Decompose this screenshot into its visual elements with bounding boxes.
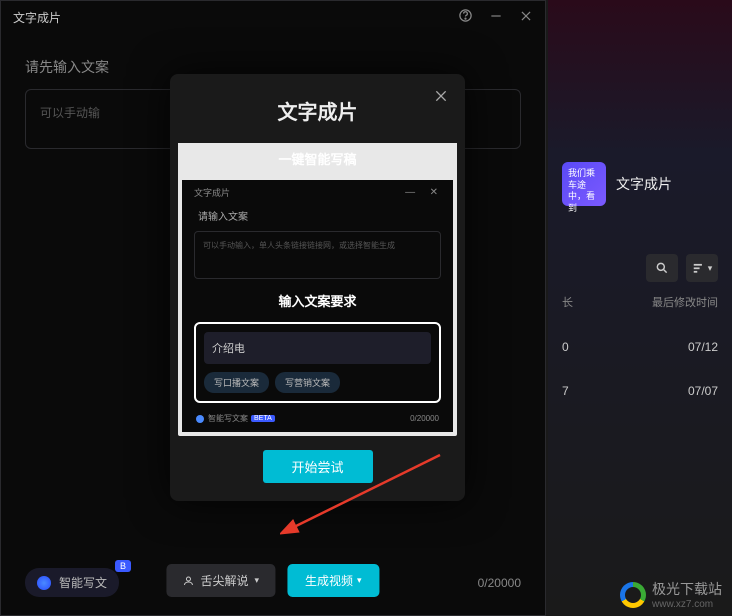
table-row[interactable]: 0 07/12 bbox=[548, 332, 718, 362]
card-thumbnail: 我们乘车途中，看到 bbox=[562, 162, 606, 206]
prompt-heading: 请先输入文案 bbox=[1, 33, 545, 77]
recent-card[interactable]: 我们乘车途中，看到 文字成片 bbox=[562, 162, 672, 206]
search-button[interactable] bbox=[646, 254, 678, 282]
column-duration: 长 bbox=[562, 294, 592, 310]
smart-write-button[interactable]: 智能写文 B bbox=[25, 568, 119, 597]
onboarding-modal: 文字成片 一键智能写稿 文字成片 — ✕ 请输入文案 可以手动输入，单人头条链接… bbox=[170, 74, 465, 501]
start-button[interactable]: 开始尝试 bbox=[263, 450, 373, 483]
char-counter: 0/20000 bbox=[478, 576, 521, 590]
watermark-logo-icon bbox=[620, 582, 646, 608]
preview-image: 一键智能写稿 文字成片 — ✕ 请输入文案 可以手动输入，单人头条链接链接网，或… bbox=[178, 143, 457, 436]
minimize-icon[interactable] bbox=[489, 9, 503, 26]
preview-chip: 写口播文案 bbox=[204, 372, 269, 393]
watermark: 极光下载站 www.xz7.com bbox=[620, 579, 722, 610]
card-title: 文字成片 bbox=[616, 174, 672, 194]
window-title: 文字成片 bbox=[13, 9, 61, 26]
help-icon[interactable] bbox=[458, 8, 473, 26]
main-titlebar: 文字成片 bbox=[1, 1, 545, 33]
preview-section-smart: 一键智能写稿 bbox=[178, 143, 457, 176]
table-row[interactable]: 7 07/07 bbox=[548, 376, 718, 406]
preview-section-input: 输入文案要求 bbox=[186, 283, 449, 318]
watermark-url: www.xz7.com bbox=[652, 599, 722, 610]
column-modified: 最后修改时间 bbox=[652, 294, 718, 310]
generate-video-button[interactable]: 生成视频 ▾ bbox=[287, 564, 380, 597]
preview-window-controls: — ✕ bbox=[405, 187, 441, 198]
sort-button[interactable]: ▾ bbox=[686, 254, 718, 282]
close-icon[interactable] bbox=[519, 9, 533, 26]
preview-highlight-box: 介绍电 写口播文案 写营销文案 bbox=[194, 322, 441, 403]
modal-title: 文字成片 bbox=[170, 74, 465, 143]
preview-input: 介绍电 bbox=[204, 332, 431, 364]
table-header: 长 最后修改时间 bbox=[548, 294, 732, 310]
preview-textarea: 可以手动输入，单人头条链接链接网，或选择智能生成 bbox=[194, 231, 441, 279]
beta-badge: B bbox=[115, 560, 131, 572]
watermark-name: 极光下载站 bbox=[652, 581, 722, 597]
preview-chip: 写营销文案 bbox=[275, 372, 340, 393]
preview-prompt: 请输入文案 bbox=[186, 200, 449, 227]
voice-select-button[interactable]: 舌尖解说 ▾ bbox=[166, 564, 275, 597]
ai-dot-icon bbox=[37, 576, 51, 590]
ai-dot-icon bbox=[196, 415, 204, 423]
modal-close-icon[interactable] bbox=[433, 88, 449, 109]
